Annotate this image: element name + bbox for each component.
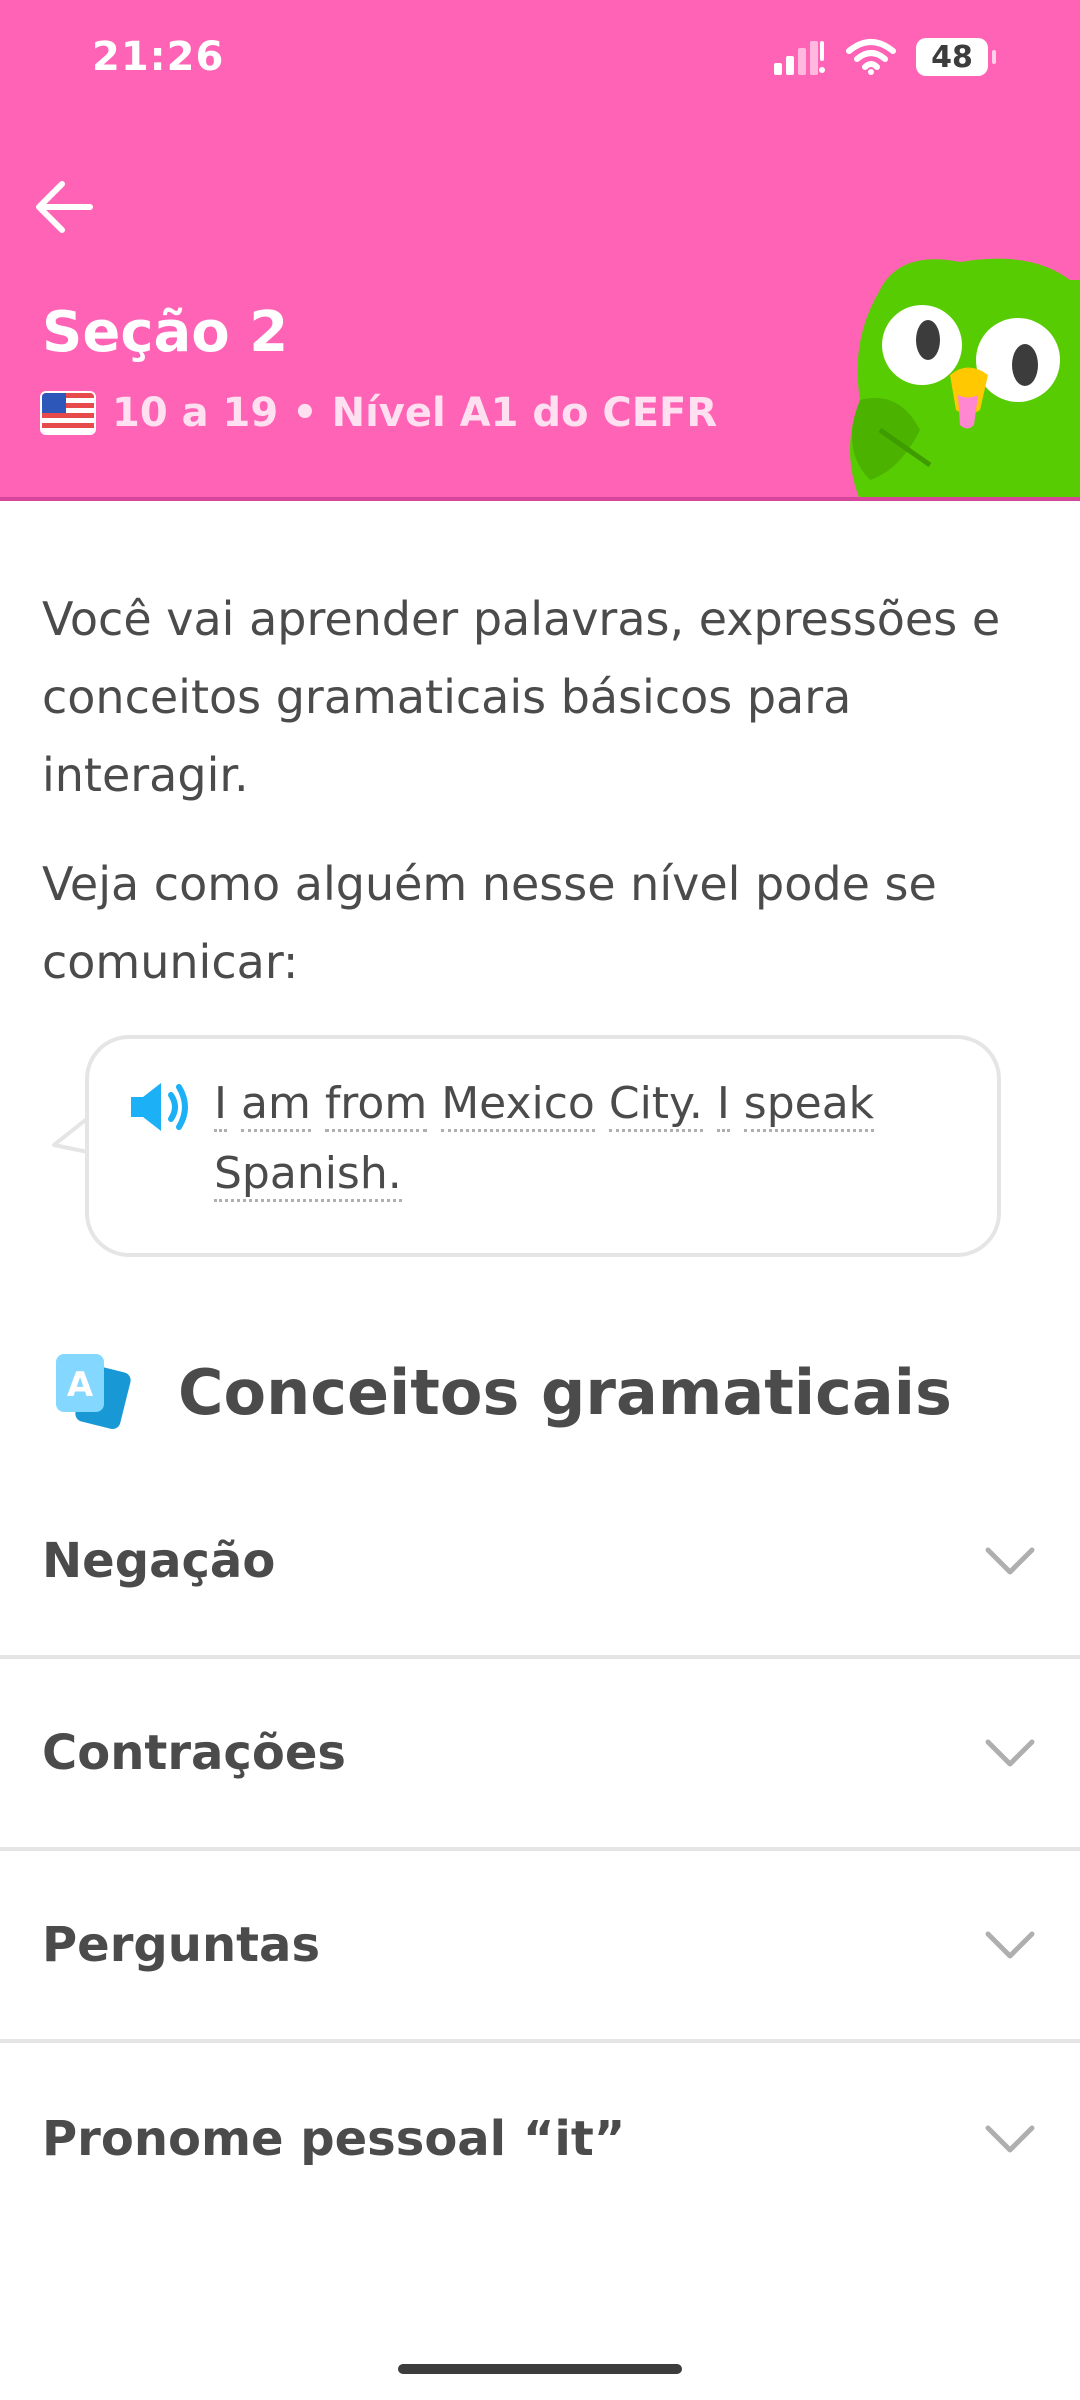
grammar-heading: A Conceitos gramaticais [52,1350,952,1434]
example-intro: Veja como alguém nesse nível pode se com… [42,857,937,989]
wifi-icon [846,39,896,75]
battery-indicator: 48 [916,38,996,76]
section-level-text: 10 a 19 • Nível A1 do CEFR [112,390,718,436]
example-word[interactable]: from [324,1078,428,1132]
example-word[interactable]: am [240,1078,311,1132]
us-flag-icon [40,391,96,435]
grammar-topic-label: Negação [42,1533,276,1589]
grammar-title: Conceitos gramaticais [178,1355,952,1429]
grammar-icon-letter: A [67,1365,94,1405]
status-icons: 48 [774,38,996,76]
example-word[interactable]: speak [743,1078,875,1132]
example-speech-bubble: I am from Mexico City. I speak Spanish. [85,1035,1001,1257]
example-word[interactable]: I [716,1078,730,1132]
speaker-icon[interactable] [127,1079,193,1135]
grammar-topic-row[interactable]: Contrações [0,1659,1080,1851]
signal-icon [774,41,825,75]
example-word[interactable]: Spanish. [214,1148,402,1202]
grammar-topic-row[interactable]: Negação [0,1467,1080,1659]
grammar-cards-icon: A [56,1354,131,1430]
grammar-topic-label: Perguntas [42,1917,321,1973]
grammar-topic-label: Contrações [42,1725,346,1781]
chevron-down-icon[interactable] [984,2124,1036,2154]
duo-owl-mascot-icon [850,258,1080,497]
grammar-topic-label: Pronome pessoal “it” [42,2111,626,2167]
speech-bubble-tail [52,1118,88,1154]
chevron-down-icon[interactable] [984,1546,1036,1576]
grammar-topic-row[interactable]: Pronome pessoal “it” [0,2043,1080,2235]
example-word[interactable]: I [214,1078,227,1132]
home-indicator[interactable] [398,2364,682,2374]
chevron-down-icon[interactable] [984,1738,1036,1768]
chevron-down-icon[interactable] [984,1930,1036,1960]
example-word[interactable]: Mexico [441,1078,595,1132]
section-description: Você vai aprender palavras, expressões e… [42,592,1001,802]
status-time: 21:26 [92,34,225,80]
example-sentence[interactable]: I am from Mexico City. I speak Spanish. [214,1069,914,1209]
example-word[interactable]: City. [608,1078,703,1132]
section-header: 21:26 48 Seção 2 10 a 19 • Nível A1 do C… [0,0,1080,501]
section-title: Seção 2 [42,300,289,365]
grammar-topic-list: Negação Contrações Perguntas Pronome pes… [0,1467,1080,2235]
section-subtitle: 10 a 19 • Nível A1 do CEFR [40,390,717,436]
back-arrow-icon[interactable] [30,172,100,242]
grammar-topic-row[interactable]: Perguntas [0,1851,1080,2043]
